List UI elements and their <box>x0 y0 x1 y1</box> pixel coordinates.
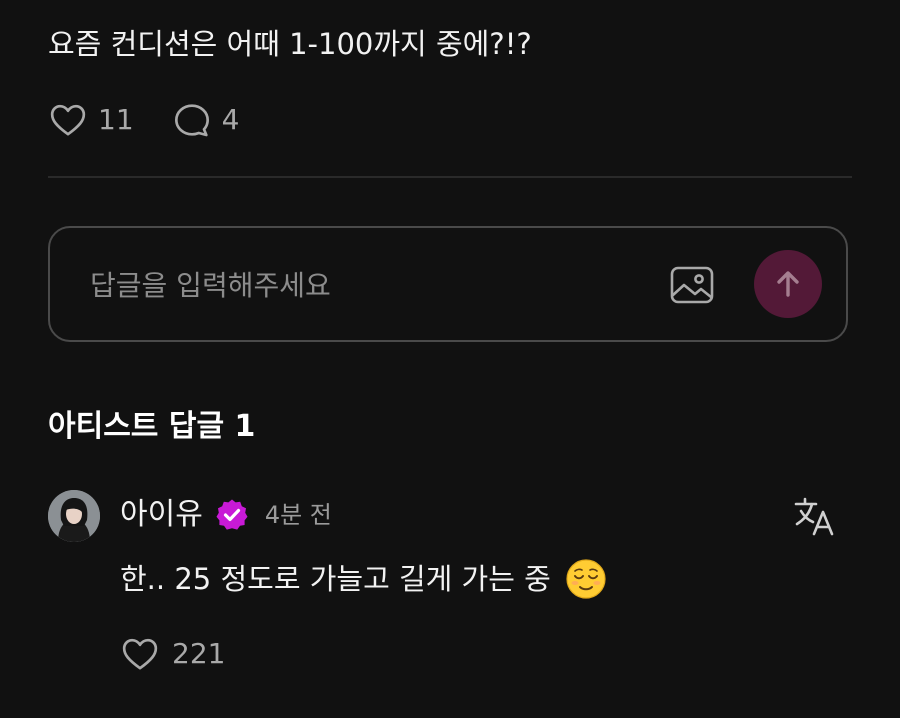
image-attach-button[interactable] <box>668 261 716 309</box>
relieved-face-emoji <box>566 559 606 599</box>
post-text: 요즘 컨디션은 어때 1-100까지 중에?!? <box>48 27 532 61</box>
image-icon <box>670 266 714 304</box>
comment-like-count: 221 <box>172 637 226 670</box>
comment-like-button[interactable]: 221 <box>120 632 225 676</box>
avatar-image <box>48 490 100 542</box>
author-name[interactable]: 아이유 <box>120 492 203 538</box>
comment-button[interactable]: 4 <box>172 98 240 142</box>
post-stats: 11 4 <box>48 98 277 142</box>
translate-button[interactable] <box>792 494 838 540</box>
heart-icon <box>50 104 86 136</box>
comment-text: 한.. 25 정도로 가늘고 길게 가는 중 <box>120 562 551 596</box>
heart-icon <box>122 638 158 670</box>
comment-header: 아이유 4분 전 <box>120 492 332 538</box>
section-title: 아티스트 답글 1 <box>48 409 256 444</box>
divider <box>48 176 852 178</box>
comment-body: 한.. 25 정도로 가늘고 길게 가는 중 <box>120 552 607 606</box>
send-button[interactable] <box>754 250 822 318</box>
like-button[interactable]: 11 <box>48 98 134 142</box>
avatar[interactable] <box>48 490 100 542</box>
verified-badge-icon <box>216 499 248 530</box>
comment-count: 4 <box>221 103 240 136</box>
comment-bubble-icon <box>174 104 209 137</box>
reply-box <box>48 226 848 342</box>
reply-input[interactable] <box>90 260 610 310</box>
arrow-up-icon <box>777 271 799 297</box>
translate-icon <box>794 497 834 536</box>
like-count: 11 <box>98 103 134 136</box>
comment-time: 4분 전 <box>264 501 332 529</box>
